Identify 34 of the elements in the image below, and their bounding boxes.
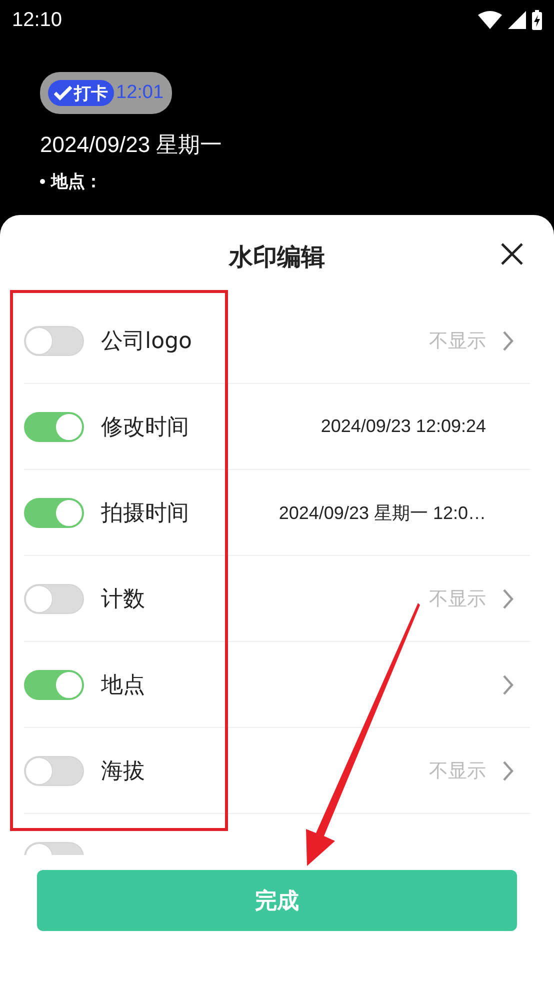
sheet-title: 水印编辑 xyxy=(229,242,325,272)
done-button[interactable]: 完成 xyxy=(37,870,517,931)
toggle-switch[interactable] xyxy=(24,412,84,442)
clock-in-label: 打卡 xyxy=(74,82,108,104)
chevron-right-icon[interactable] xyxy=(502,330,514,352)
setting-label: 修改时间 xyxy=(101,414,189,442)
toggle-switch[interactable] xyxy=(24,584,84,614)
badge-time: 12:01 xyxy=(116,82,164,104)
setting-label: 地点 xyxy=(101,672,145,700)
setting-label: 海拔 xyxy=(101,758,145,786)
setting-label: 计数 xyxy=(101,586,145,614)
toggle-switch[interactable] xyxy=(24,670,84,700)
watermark-date: 2024/09/23 星期一 xyxy=(40,131,222,159)
wifi-icon xyxy=(478,11,502,29)
setting-label: 拍摄时间 xyxy=(101,500,189,528)
battery-icon xyxy=(532,10,542,30)
hidden-hint: 不显示 xyxy=(429,330,486,354)
toggle-switch[interactable] xyxy=(24,498,84,528)
bullet-icon xyxy=(40,179,45,184)
toggle-switch[interactable] xyxy=(24,756,84,786)
chevron-right-icon[interactable] xyxy=(502,674,514,696)
status-time: 12:10 xyxy=(12,8,62,32)
setting-value: 2024/09/23 12:09:24 xyxy=(320,416,486,437)
signal-icon xyxy=(508,11,526,29)
watermark-field: 地点： xyxy=(51,170,102,193)
hidden-hint: 不显示 xyxy=(429,588,486,612)
check-icon xyxy=(54,85,72,101)
hidden-hint: 不显示 xyxy=(429,760,486,784)
chevron-right-icon[interactable] xyxy=(502,588,514,610)
chevron-right-icon[interactable] xyxy=(502,760,514,782)
setting-label: 公司logo xyxy=(101,328,192,356)
setting-value: 2024/09/23 星期一 12:0… xyxy=(278,502,486,524)
close-icon[interactable] xyxy=(501,243,523,265)
toggle-switch[interactable] xyxy=(24,326,84,356)
